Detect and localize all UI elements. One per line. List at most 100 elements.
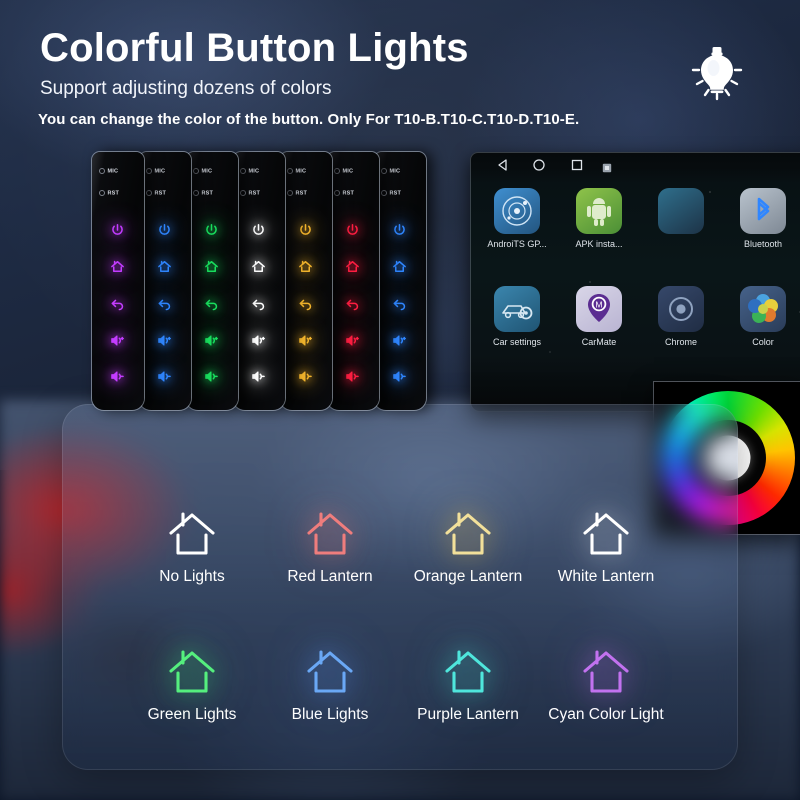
light-option-green-lights[interactable]: Green Lights — [117, 634, 267, 724]
back-icon[interactable] — [339, 293, 365, 313]
volume-down-icon[interactable] — [104, 366, 130, 386]
house-lantern-icon — [255, 496, 405, 560]
android-navbar — [470, 152, 800, 178]
power-icon[interactable] — [151, 220, 177, 240]
house-lantern-icon — [393, 496, 543, 560]
home-icon[interactable] — [198, 256, 224, 276]
rst-label: RST — [381, 190, 401, 196]
bluetooth-icon[interactable] — [740, 188, 786, 234]
device-bezel-blue-7: MIC RST — [374, 152, 426, 410]
back-icon[interactable] — [245, 293, 271, 313]
rst-label: RST — [146, 190, 166, 196]
house-lantern-icon — [117, 634, 267, 698]
volume-down-icon[interactable] — [386, 366, 412, 386]
app-label: APK insta... — [575, 239, 623, 249]
volume-up-icon[interactable] — [386, 330, 412, 350]
mic-label: MIC — [334, 168, 353, 174]
light-option-white-lantern[interactable]: White Lantern — [531, 496, 681, 586]
device-bezel-red-6: MIC RST — [327, 152, 379, 410]
gps-radar-icon[interactable] — [494, 188, 540, 234]
power-icon[interactable] — [245, 220, 271, 240]
rst-hole — [146, 190, 152, 196]
advertisement-page: Colorful Button Lights Support adjusting… — [0, 0, 800, 800]
volume-down-icon[interactable] — [245, 366, 271, 386]
app-icon-chrome[interactable]: Chrome — [648, 286, 714, 347]
carmate-pin-icon[interactable]: M — [576, 286, 622, 332]
light-option-label: Blue Lights — [291, 706, 369, 723]
nav-home-icon[interactable] — [532, 158, 546, 172]
power-icon[interactable] — [339, 220, 365, 240]
volume-down-icon[interactable] — [198, 366, 224, 386]
mic-label: MIC — [240, 168, 259, 174]
app-icon-carmate[interactable]: M CarMate — [566, 286, 632, 347]
rst-hole — [381, 190, 387, 196]
device-bezel-white-4: MIC RST — [233, 152, 285, 410]
android-robot-icon[interactable] — [576, 188, 622, 234]
nav-back-icon[interactable] — [496, 158, 510, 172]
app-icon-car-settings[interactable]: Car settings — [484, 286, 550, 347]
light-option-label: Cyan Color Light — [548, 706, 664, 723]
device-bezel-amber-5: MIC RST — [280, 152, 332, 410]
mic-hole — [381, 168, 387, 174]
home-icon[interactable] — [104, 256, 130, 276]
app-label: AndroiTS GP... — [487, 239, 547, 249]
house-lantern-icon — [531, 496, 681, 560]
home-icon[interactable] — [339, 256, 365, 276]
app-label: Car settings — [492, 337, 542, 347]
light-option-purple-lantern[interactable]: Purple Lantern — [393, 634, 543, 724]
power-icon[interactable] — [386, 220, 412, 240]
nav-recents-icon[interactable] — [570, 158, 584, 172]
app-icon-apk-insta[interactable]: APK insta... — [566, 188, 632, 249]
light-option-red-lantern[interactable]: Red Lantern — [255, 496, 405, 586]
power-icon[interactable] — [198, 220, 224, 240]
volume-up-icon[interactable] — [104, 330, 130, 350]
light-option-orange-lantern[interactable]: Orange Lantern — [393, 496, 543, 586]
volume-up-icon[interactable] — [245, 330, 271, 350]
rst-hole — [240, 190, 246, 196]
light-option-label: Purple Lantern — [417, 706, 519, 723]
light-option-label: White Lantern — [557, 568, 655, 585]
volume-up-icon[interactable] — [198, 330, 224, 350]
back-icon[interactable] — [104, 293, 130, 313]
light-option-label: No Lights — [159, 568, 225, 585]
rst-label: RST — [193, 190, 213, 196]
mic-hole — [287, 168, 293, 174]
volume-down-icon[interactable] — [151, 366, 177, 386]
color-flower-icon[interactable] — [740, 286, 786, 332]
app-icon-bluetooth[interactable]: Bluetooth — [730, 188, 796, 249]
mic-label: MIC — [146, 168, 165, 174]
volume-up-icon[interactable] — [292, 330, 318, 350]
volume-down-icon[interactable] — [339, 366, 365, 386]
light-option-blue-lights[interactable]: Blue Lights — [255, 634, 405, 724]
hidden-app-icon[interactable] — [658, 188, 704, 234]
light-option-cyan-color-light[interactable]: Cyan Color Light — [531, 634, 681, 724]
back-icon[interactable] — [292, 293, 318, 313]
home-icon[interactable] — [292, 256, 318, 276]
svg-text:M: M — [595, 300, 602, 310]
home-icon[interactable] — [386, 256, 412, 276]
power-icon[interactable] — [104, 220, 130, 240]
app-icon-androits-gp[interactable]: AndroiTS GP... — [484, 188, 550, 249]
nav-screenshot-icon[interactable] — [602, 160, 612, 173]
volume-up-icon[interactable] — [151, 330, 177, 350]
volume-up-icon[interactable] — [339, 330, 365, 350]
light-option-label: Green Lights — [147, 706, 237, 723]
chrome-icon[interactable] — [658, 286, 704, 332]
back-icon[interactable] — [151, 293, 177, 313]
power-icon[interactable] — [292, 220, 318, 240]
light-option-no-lights[interactable]: No Lights — [117, 496, 267, 586]
house-lantern-icon — [531, 634, 681, 698]
rst-label: RST — [287, 190, 307, 196]
back-icon[interactable] — [386, 293, 412, 313]
car-gear-icon[interactable] — [494, 286, 540, 332]
compatibility-note: You can change the color of the button. … — [38, 111, 580, 128]
page-subtitle: Support adjusting dozens of colors — [40, 78, 332, 99]
volume-down-icon[interactable] — [292, 366, 318, 386]
app-icon-color[interactable]: Color — [730, 286, 796, 347]
device-bezel-blue-2: MIC RST — [139, 152, 191, 410]
app-icon-hidden-app-icon[interactable] — [648, 188, 714, 239]
rst-label: RST — [240, 190, 260, 196]
back-icon[interactable] — [198, 293, 224, 313]
home-icon[interactable] — [245, 256, 271, 276]
home-icon[interactable] — [151, 256, 177, 276]
